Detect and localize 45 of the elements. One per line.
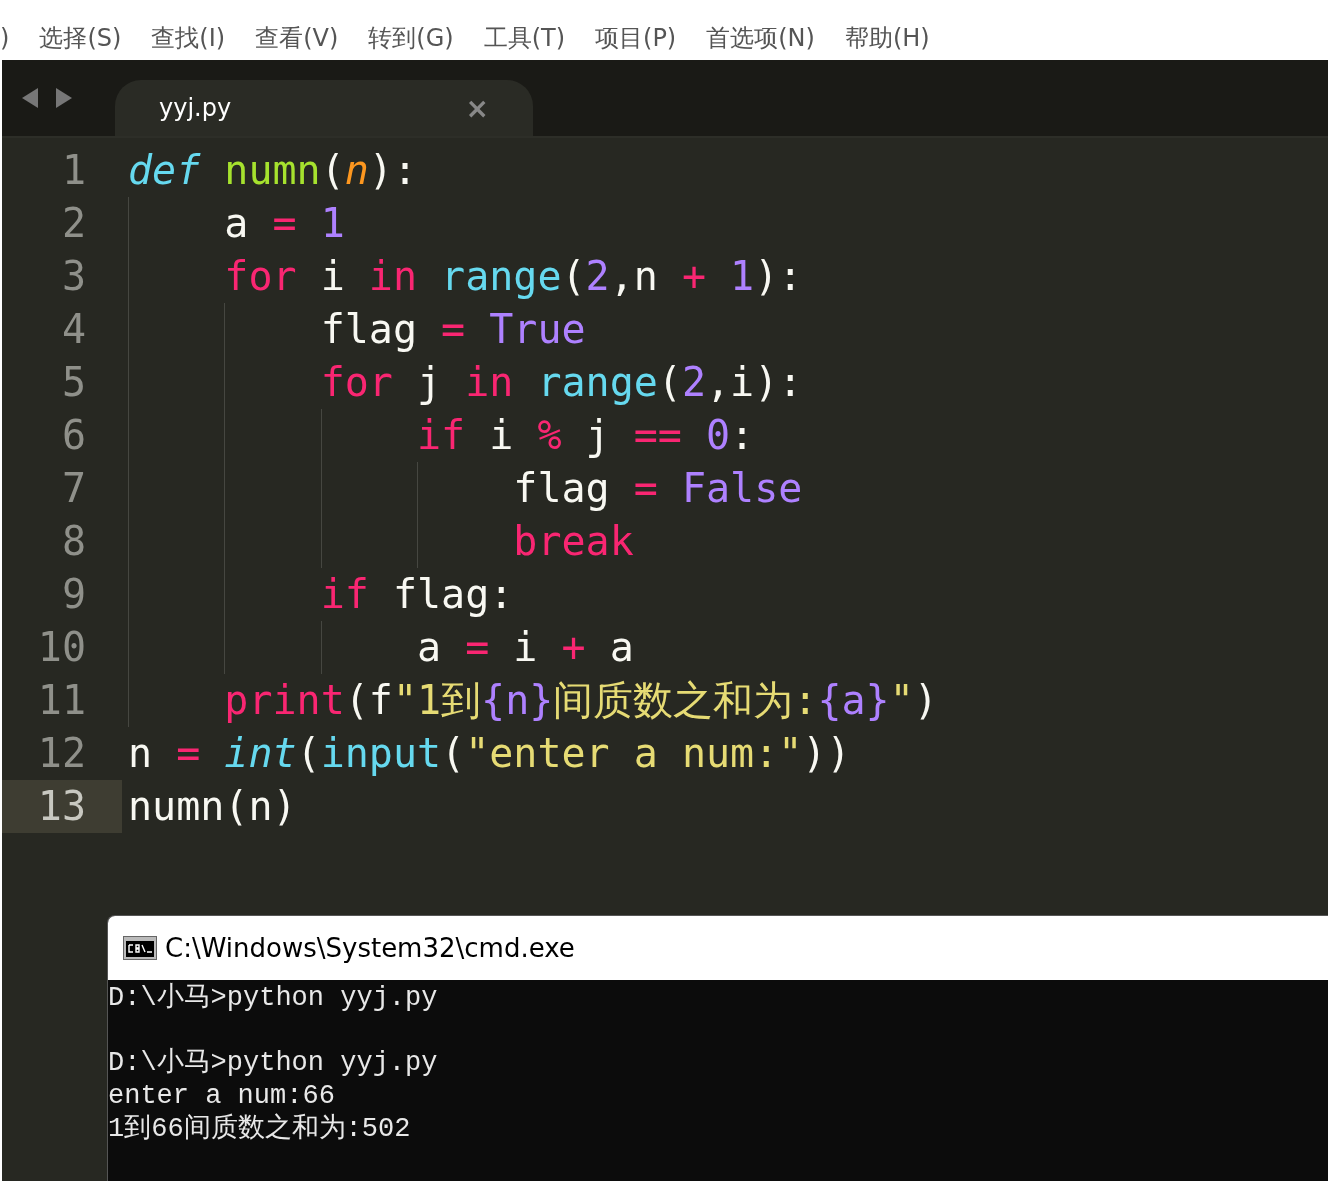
close-icon[interactable]: × [465, 91, 489, 125]
line-number: 5 [60, 358, 87, 407]
file-tab[interactable]: yyj.py × [115, 80, 533, 136]
code-line: for i in range(2,n + 1): [224, 252, 803, 301]
left-arrow-icon[interactable] [20, 87, 40, 109]
code-line: for j in range(2,i): [320, 358, 803, 407]
code-line: a = 1 [224, 199, 345, 248]
menu-item[interactable]: 查找(I) [151, 20, 226, 56]
menu-item[interactable]: 选择(S) [39, 20, 122, 56]
code-line: a = i + a [417, 623, 634, 672]
line-number: 12 [36, 729, 87, 778]
line-number: 10 [36, 623, 87, 672]
code-line: if flag: [320, 570, 514, 619]
line-number: 4 [60, 305, 87, 354]
menu-item[interactable]: 首选项(N) [706, 20, 815, 56]
console-line: D:\小马>python yyj.py [108, 982, 438, 1015]
line-number: 11 [36, 676, 87, 725]
menu-item[interactable]: 帮助(H) [844, 20, 930, 56]
line-number: 7 [60, 464, 87, 513]
console-line: 1到66间质数之和为:502 [108, 1113, 411, 1146]
menu-item[interactable]: 工具(T) [483, 20, 566, 56]
line-number: 8 [60, 517, 87, 566]
code-line: if i % j == 0: [417, 411, 755, 460]
code-line: flag = False [513, 464, 803, 513]
code-line: print(f"1到{n}间质数之和为:{a}") [224, 676, 938, 725]
console-line: D:\小马>python yyj.py [108, 1047, 438, 1080]
console-icon [123, 936, 157, 960]
menu-item[interactable]: ) [0, 20, 10, 56]
line-number: 6 [60, 411, 87, 460]
menu-item[interactable]: 转到(G) [368, 20, 454, 56]
code-line: break [513, 517, 634, 566]
code-line: flag = True [320, 305, 586, 354]
right-arrow-icon[interactable] [54, 87, 74, 109]
code-line: def numn(n): [128, 146, 418, 195]
line-number: 1 [60, 146, 87, 195]
line-number: 13 [2, 780, 122, 833]
window-title: C:\Windows\System32\cmd.exe [165, 933, 575, 963]
line-number: 9 [60, 570, 87, 619]
code-line: numn(n) [128, 782, 297, 831]
line-number: 3 [60, 252, 87, 301]
menu-item[interactable]: 项目(P) [595, 20, 677, 56]
console-line: enter a num:66 [108, 1080, 335, 1113]
code-line: n = int(input("enter a num:")) [128, 729, 851, 778]
menu-item[interactable]: 查看(V) [255, 20, 339, 56]
line-number: 2 [60, 199, 87, 248]
